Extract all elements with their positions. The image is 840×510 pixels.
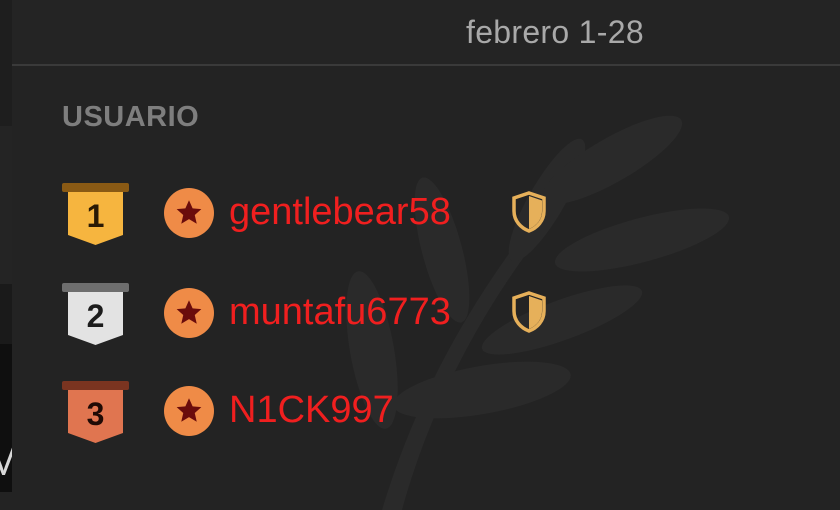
- star-avatar-icon: [176, 398, 202, 422]
- avatar[interactable]: [164, 288, 214, 338]
- avatar[interactable]: [164, 188, 214, 238]
- leaderboard-panel: febrero 1-28 USUARIO 1 gentlebear58 2 mu…: [12, 0, 840, 510]
- star-avatar-icon: [176, 300, 202, 324]
- leaderboard-row[interactable]: 3 N1CK997: [62, 381, 822, 451]
- rank-ribbon-icon: 2: [62, 283, 129, 345]
- leaderboard-row[interactable]: 1 gentlebear58: [62, 183, 822, 253]
- username-link[interactable]: gentlebear58: [229, 189, 451, 235]
- rank-ribbon-icon: 3: [62, 381, 129, 443]
- left-strip: M: [0, 0, 21, 492]
- rank-number: 1: [87, 198, 105, 234]
- shield-icon: [512, 191, 546, 233]
- period-label: febrero 1-28: [466, 14, 644, 50]
- rank-ribbon-icon: 1: [62, 183, 129, 245]
- username-link[interactable]: N1CK997: [229, 387, 394, 433]
- leaderboard-row[interactable]: 2 muntafu6773: [62, 283, 822, 353]
- column-header-usuario: USUARIO: [62, 101, 200, 133]
- shield-icon: [512, 291, 546, 333]
- rank-number: 2: [87, 298, 105, 334]
- rank-number: 3: [87, 396, 105, 432]
- avatar[interactable]: [164, 386, 214, 436]
- star-avatar-icon: [176, 200, 202, 224]
- username-link[interactable]: muntafu6773: [229, 289, 451, 335]
- panel-header: febrero 1-28: [12, 0, 840, 66]
